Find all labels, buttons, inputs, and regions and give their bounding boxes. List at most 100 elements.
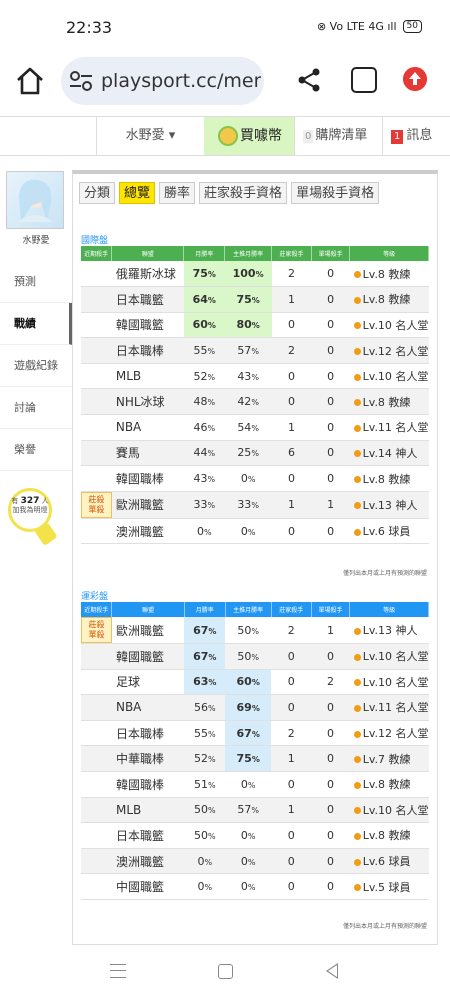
level-cell: Lv.8 教練: [349, 822, 429, 849]
main-win-rate: 57%: [224, 337, 272, 364]
level-badge-icon: [353, 781, 361, 789]
rate-value: 48: [193, 395, 208, 409]
tab-dealer-killer[interactable]: 莊家殺手資格: [199, 182, 288, 204]
nav-home-icon[interactable]: [218, 964, 233, 979]
sidebar-item-predict[interactable]: 預測: [0, 261, 72, 303]
tab-overview[interactable]: 總覽: [119, 182, 156, 204]
bulb-icon[interactable]: 有 327 人 加我為明燈: [8, 488, 52, 532]
month-win-rate: 60%: [183, 312, 225, 339]
single-killer-count: 0: [311, 518, 350, 545]
home-icon[interactable]: [14, 65, 46, 97]
table-row: 韓國職棒 43% 0% 0 0 Lv.8 教練: [81, 465, 429, 492]
level-badge-icon: [353, 424, 361, 432]
buy-coin-button[interactable]: 買噱幣: [204, 117, 294, 155]
sidebar-item-honor[interactable]: 榮譽: [0, 429, 72, 471]
killer-cell: [81, 873, 112, 900]
percent-sign: %: [247, 831, 256, 841]
share-icon[interactable]: [296, 67, 322, 93]
rate-value: 57: [237, 803, 252, 817]
percent-sign: %: [207, 449, 216, 459]
cart-label: 購牌清單: [315, 128, 368, 143]
main-win-rate: 50%: [225, 617, 272, 644]
league-name[interactable]: 澳洲職籃: [111, 848, 185, 875]
dealer-killer-count: 2: [271, 617, 312, 644]
league-name[interactable]: 日本職籃: [111, 286, 184, 313]
league-name[interactable]: 中國職籃: [111, 873, 185, 900]
column-header: 近期殺手: [81, 602, 113, 617]
level-cell: Lv.10 名人堂: [349, 669, 429, 696]
league-name[interactable]: 韓國職籃: [111, 643, 185, 670]
message-label: 訊息: [406, 128, 433, 143]
league-name[interactable]: 日本職籃: [111, 822, 185, 849]
league-name[interactable]: 歐洲職籃: [111, 617, 185, 644]
killer-cell: [81, 261, 112, 288]
league-name[interactable]: 日本職棒: [111, 720, 185, 747]
single-killer-count: 0: [311, 745, 350, 772]
level-cell: Lv.10 名人堂: [349, 312, 429, 339]
table-header-row: 近期殺手 聯盟 月勝率 主推月勝率 莊家殺手 單場殺手 等級: [81, 246, 429, 261]
level-badge-icon: [353, 450, 361, 458]
league-name[interactable]: 賽馬: [111, 440, 184, 467]
recent-apps-icon[interactable]: [110, 964, 126, 978]
table-row: 日本職棒 55% 57% 2 0 Lv.12 名人堂: [81, 337, 429, 364]
percent-sign: %: [247, 475, 256, 485]
main-win-rate: 0%: [224, 465, 272, 492]
tab-single-killer[interactable]: 單場殺手資格: [291, 182, 380, 204]
rate-value: 75: [236, 752, 252, 766]
single-killer-count: 0: [311, 465, 350, 492]
message-link[interactable]: 1 訊息: [382, 117, 450, 155]
league-name[interactable]: NBA: [111, 414, 184, 441]
league-name[interactable]: 足球: [111, 669, 185, 696]
bulb-caption: 加我為明燈: [12, 506, 48, 514]
rate-value: 67: [193, 623, 209, 637]
site-settings-icon[interactable]: [69, 70, 93, 92]
level-cell: Lv.13 神人: [349, 491, 429, 519]
level-cell: Lv.11 名人堂: [349, 414, 429, 441]
rate-value: 63: [193, 675, 209, 689]
sidebar-item-discuss[interactable]: 討論: [0, 387, 72, 429]
league-name[interactable]: 澳洲職籃: [111, 518, 184, 545]
sidebar-item-record[interactable]: 戰績: [0, 303, 72, 345]
league-name[interactable]: 日本職棒: [111, 337, 184, 364]
league-name[interactable]: NBA: [111, 694, 185, 721]
league-name[interactable]: 俄羅斯冰球: [111, 261, 184, 288]
update-icon[interactable]: [403, 67, 427, 91]
level-cell: Lv.8 教練: [349, 261, 429, 288]
dealer-killer-count: 2: [271, 720, 312, 747]
rate-value: 0: [240, 854, 248, 868]
rate-value: 64: [192, 292, 208, 306]
tab-win-rate[interactable]: 勝率: [159, 182, 196, 204]
month-win-rate: 52%: [183, 363, 225, 390]
user-dropdown[interactable]: 水野愛 ▾: [96, 117, 204, 155]
level-badge-icon: [353, 296, 361, 304]
league-name[interactable]: 歐洲職籃: [111, 491, 184, 519]
league-name[interactable]: 韓國職棒: [111, 465, 184, 492]
level-badge-icon: [353, 322, 361, 330]
back-icon[interactable]: [326, 963, 338, 979]
rate-value: 56: [193, 700, 208, 714]
league-name[interactable]: 中華職棒: [111, 745, 185, 772]
cart-link[interactable]: 0 購牌清單: [294, 117, 382, 155]
month-win-rate: 43%: [183, 465, 225, 492]
table-row: 中國職籃 0% 0% 0 0 Lv.5 球員: [81, 873, 429, 900]
single-killer-count: 0: [311, 848, 350, 875]
tab-switcher-icon[interactable]: [351, 67, 377, 93]
league-name[interactable]: MLB: [111, 797, 185, 824]
league-name[interactable]: NHL冰球: [111, 388, 184, 416]
percent-sign: %: [208, 678, 217, 688]
address-bar[interactable]: playsport.cc/men: [61, 57, 264, 105]
dealer-killer-count: 0: [271, 873, 312, 900]
percent-sign: %: [255, 270, 264, 280]
column-header: 聯盟: [111, 602, 185, 617]
rate-value: 44: [193, 446, 208, 460]
percent-sign: %: [251, 626, 259, 636]
main-win-rate: 75%: [224, 286, 272, 313]
percent-sign: %: [247, 883, 256, 893]
league-name[interactable]: MLB: [111, 363, 184, 390]
level-cell: Lv.11 名人堂: [349, 694, 429, 721]
league-name[interactable]: 韓國職籃: [111, 312, 184, 339]
avatar[interactable]: [6, 171, 64, 229]
league-name[interactable]: 韓國職棒: [111, 771, 185, 798]
sidebar-item-game-log[interactable]: 遊戲紀錄: [0, 345, 72, 387]
single-killer-count: 0: [311, 694, 350, 721]
